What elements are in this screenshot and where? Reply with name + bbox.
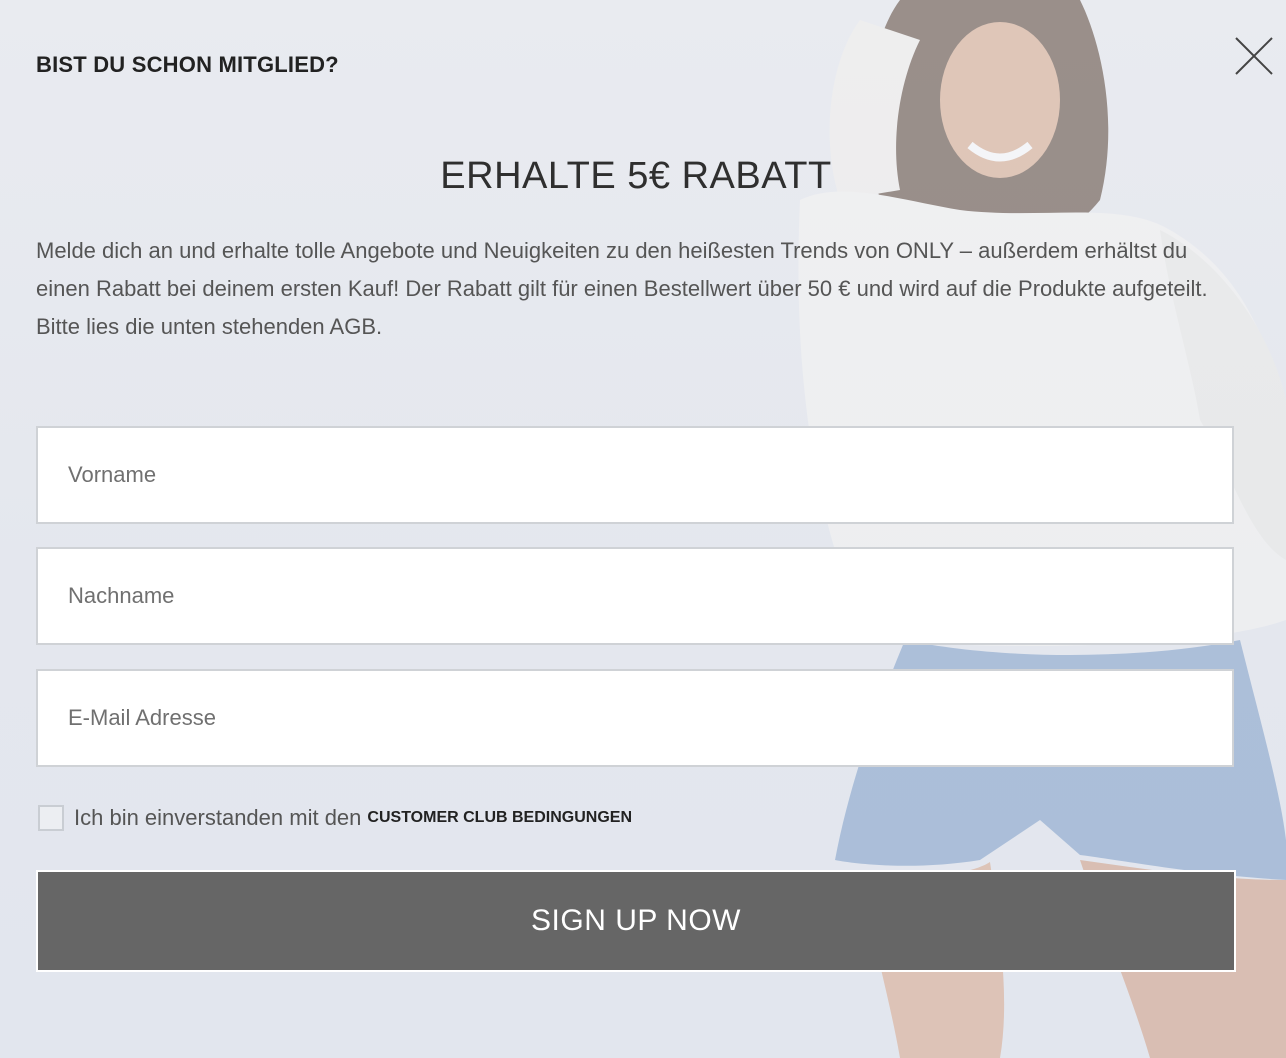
promo-description: Melde dich an und erhalte tolle Angebote… [36, 238, 1208, 339]
consent-checkbox[interactable] [38, 805, 64, 831]
email-input[interactable] [38, 671, 1232, 765]
promo-title: ERHALTE 5€ RABATT [440, 155, 832, 197]
consent-row: Ich bin einverstanden mit den CUSTOMER C… [38, 803, 632, 833]
last-name-field[interactable] [36, 547, 1234, 645]
sign-up-button[interactable]: SIGN UP NOW [36, 870, 1236, 972]
first-name-input[interactable] [38, 428, 1232, 522]
email-field[interactable] [36, 669, 1234, 767]
last-name-input[interactable] [38, 549, 1232, 643]
first-name-field[interactable] [36, 426, 1234, 524]
customer-club-terms-link[interactable]: CUSTOMER CLUB BEDINGUNGEN [367, 809, 632, 827]
consent-text: Ich bin einverstanden mit den [74, 805, 362, 830]
existing-member-link[interactable]: BIST DU SCHON MITGLIED? [36, 52, 339, 78]
signup-modal: BIST DU SCHON MITGLIED? ERHALTE 5€ RABAT… [0, 0, 1286, 1058]
close-icon [1235, 37, 1273, 75]
close-button[interactable] [1232, 34, 1276, 78]
